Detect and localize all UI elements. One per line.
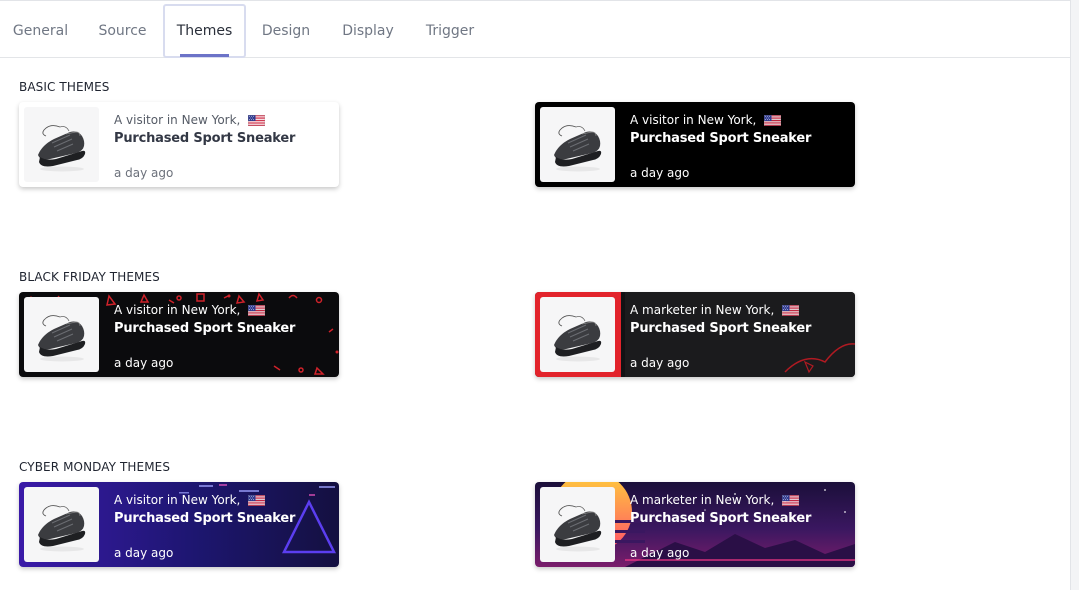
sneaker-icon xyxy=(38,125,86,172)
us-flag-icon xyxy=(764,114,782,126)
notification-line1: A marketer in New York, xyxy=(630,303,849,317)
product-image xyxy=(24,487,99,562)
tab-bar: General Source Themes Design Display Tri… xyxy=(0,4,1070,58)
product-image xyxy=(540,297,615,372)
us-flag-icon xyxy=(248,114,266,126)
tab-general[interactable]: General xyxy=(0,5,81,58)
theme-card-cm-retro[interactable]: A marketer in New York, Purchased Sport … xyxy=(535,482,855,567)
us-flag-icon xyxy=(248,304,266,316)
notification-line2: Purchased Sport Sneaker xyxy=(114,511,296,526)
notification-time: a day ago xyxy=(114,546,174,560)
notification-line1: A visitor in New York, xyxy=(114,303,333,317)
notification-line1: A visitor in New York, xyxy=(114,493,333,507)
theme-card-cm-neon[interactable]: A visitor in New York, Purchased Sport S… xyxy=(19,482,339,567)
tab-trigger[interactable]: Trigger xyxy=(410,5,490,58)
notification-line2: Purchased Sport Sneaker xyxy=(114,321,296,336)
section-title-cyber-monday: CYBER MONDAY THEMES xyxy=(19,460,171,474)
sneaker-icon xyxy=(554,505,602,552)
theme-card-bf-confetti[interactable]: A visitor in New York, Purchased Sport S… xyxy=(19,292,339,377)
product-image xyxy=(540,487,615,562)
product-image xyxy=(24,297,99,372)
sneaker-icon xyxy=(38,315,86,362)
product-image xyxy=(24,107,99,182)
notification-line1: A visitor in New York, xyxy=(630,113,849,127)
themes-panel: General Source Themes Design Display Tri… xyxy=(0,0,1071,590)
theme-card-basic-light[interactable]: A visitor in New York, Purchased Sport S… xyxy=(19,102,339,187)
notification-line2: Purchased Sport Sneaker xyxy=(630,131,812,146)
sneaker-icon xyxy=(554,125,602,172)
theme-card-bf-red-frame[interactable]: A marketer in New York, Purchased Sport … xyxy=(535,292,855,377)
notification-line2: Purchased Sport Sneaker xyxy=(630,321,812,336)
section-title-black-friday: BLACK FRIDAY THEMES xyxy=(19,270,160,284)
notification-line1: A marketer in New York, xyxy=(630,493,849,507)
notification-line2: Purchased Sport Sneaker xyxy=(630,511,812,526)
active-tab-indicator xyxy=(180,54,229,57)
us-flag-icon xyxy=(782,304,800,316)
section-title-basic: BASIC THEMES xyxy=(19,80,110,94)
us-flag-icon xyxy=(782,494,800,506)
sneaker-icon xyxy=(554,315,602,362)
tab-display[interactable]: Display xyxy=(326,5,410,58)
notification-time: a day ago xyxy=(114,166,174,180)
page-scrollbar-track[interactable] xyxy=(1071,0,1079,590)
theme-card-basic-dark[interactable]: A visitor in New York, Purchased Sport S… xyxy=(535,102,855,187)
notification-time: a day ago xyxy=(630,356,690,370)
notification-time: a day ago xyxy=(630,166,690,180)
sneaker-icon xyxy=(38,505,86,552)
notification-time: a day ago xyxy=(630,546,690,560)
notification-line2: Purchased Sport Sneaker xyxy=(114,131,296,146)
notification-time: a day ago xyxy=(114,356,174,370)
tab-themes-label: Themes xyxy=(176,23,233,39)
product-image xyxy=(540,107,615,182)
notification-line1: A visitor in New York, xyxy=(114,113,333,127)
tab-themes[interactable]: Themes xyxy=(163,4,246,58)
us-flag-icon xyxy=(248,494,266,506)
tab-design[interactable]: Design xyxy=(246,5,326,58)
tab-source[interactable]: Source xyxy=(82,5,163,58)
